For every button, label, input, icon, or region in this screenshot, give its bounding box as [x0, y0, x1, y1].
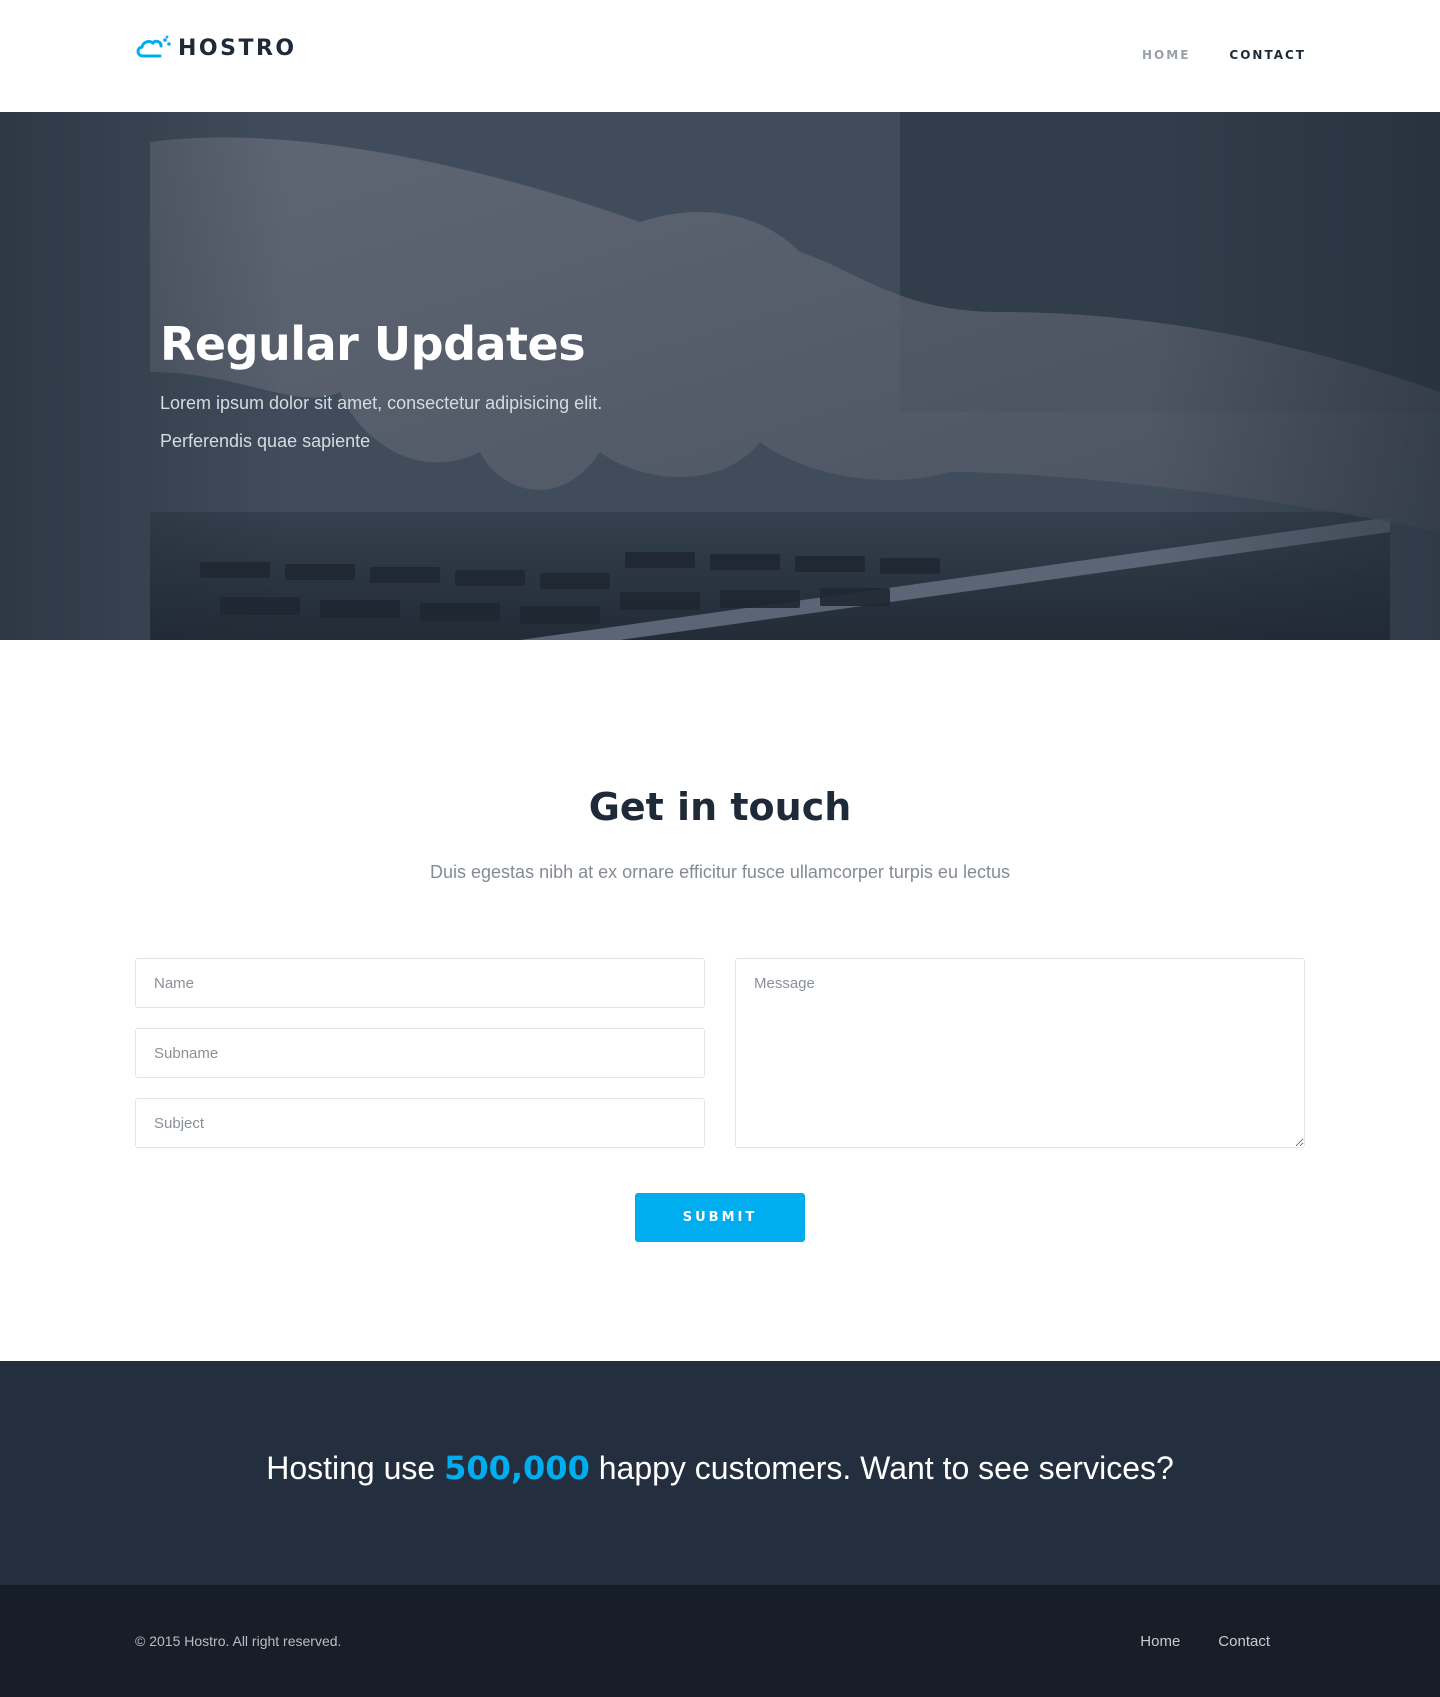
logo-link[interactable]: HOSTRO	[134, 34, 297, 62]
contact-subtitle: Duis egestas nibh at ex ornare efficitur…	[430, 862, 1010, 882]
subject-input[interactable]	[135, 1098, 705, 1148]
contact-title: Get in touch	[588, 785, 852, 829]
footer-link-home[interactable]: Home	[1140, 1633, 1180, 1650]
site-footer: © 2015 Hostro. All right reserved. Home …	[0, 1585, 1440, 1697]
logo-text: HOSTRO	[178, 35, 297, 61]
footer-link-contact[interactable]: Contact	[1218, 1633, 1270, 1650]
footer-nav: Home Contact	[1140, 1633, 1270, 1650]
cta-banner: Hosting use 500,000 happy customers. Wan…	[0, 1361, 1440, 1585]
nav-contact[interactable]: CONTACT	[1229, 48, 1306, 62]
cta-prefix: Hosting use	[266, 1450, 445, 1486]
hero-content: Regular Updates Lorem ipsum dolor sit am…	[160, 317, 602, 459]
cta-text: Hosting use 500,000 happy customers. Wan…	[0, 1449, 1440, 1487]
main-nav: HOME CONTACT	[1142, 48, 1306, 62]
nav-home[interactable]: HOME	[1142, 48, 1190, 62]
hero-title: Regular Updates	[160, 317, 586, 371]
site-header: HOSTRO HOME CONTACT	[0, 0, 1440, 112]
hero-text-line-1: Lorem ipsum dolor sit amet, consectetur …	[160, 393, 603, 413]
hero-text-line-2: Perferendis quae sapiente	[160, 431, 371, 451]
message-textarea[interactable]	[735, 958, 1305, 1148]
cta-suffix: happy customers. Want to see services?	[589, 1450, 1174, 1486]
name-input[interactable]	[135, 958, 705, 1008]
subname-input[interactable]	[135, 1028, 705, 1078]
submit-button[interactable]: SUBMIT	[635, 1193, 805, 1242]
copyright-text: © 2015 Hostro. All right reserved.	[135, 1633, 342, 1649]
cloud-logo-icon	[136, 35, 171, 58]
cta-customer-count: 500,000	[444, 1449, 590, 1487]
hero-section: Regular Updates Lorem ipsum dolor sit am…	[0, 112, 1440, 640]
